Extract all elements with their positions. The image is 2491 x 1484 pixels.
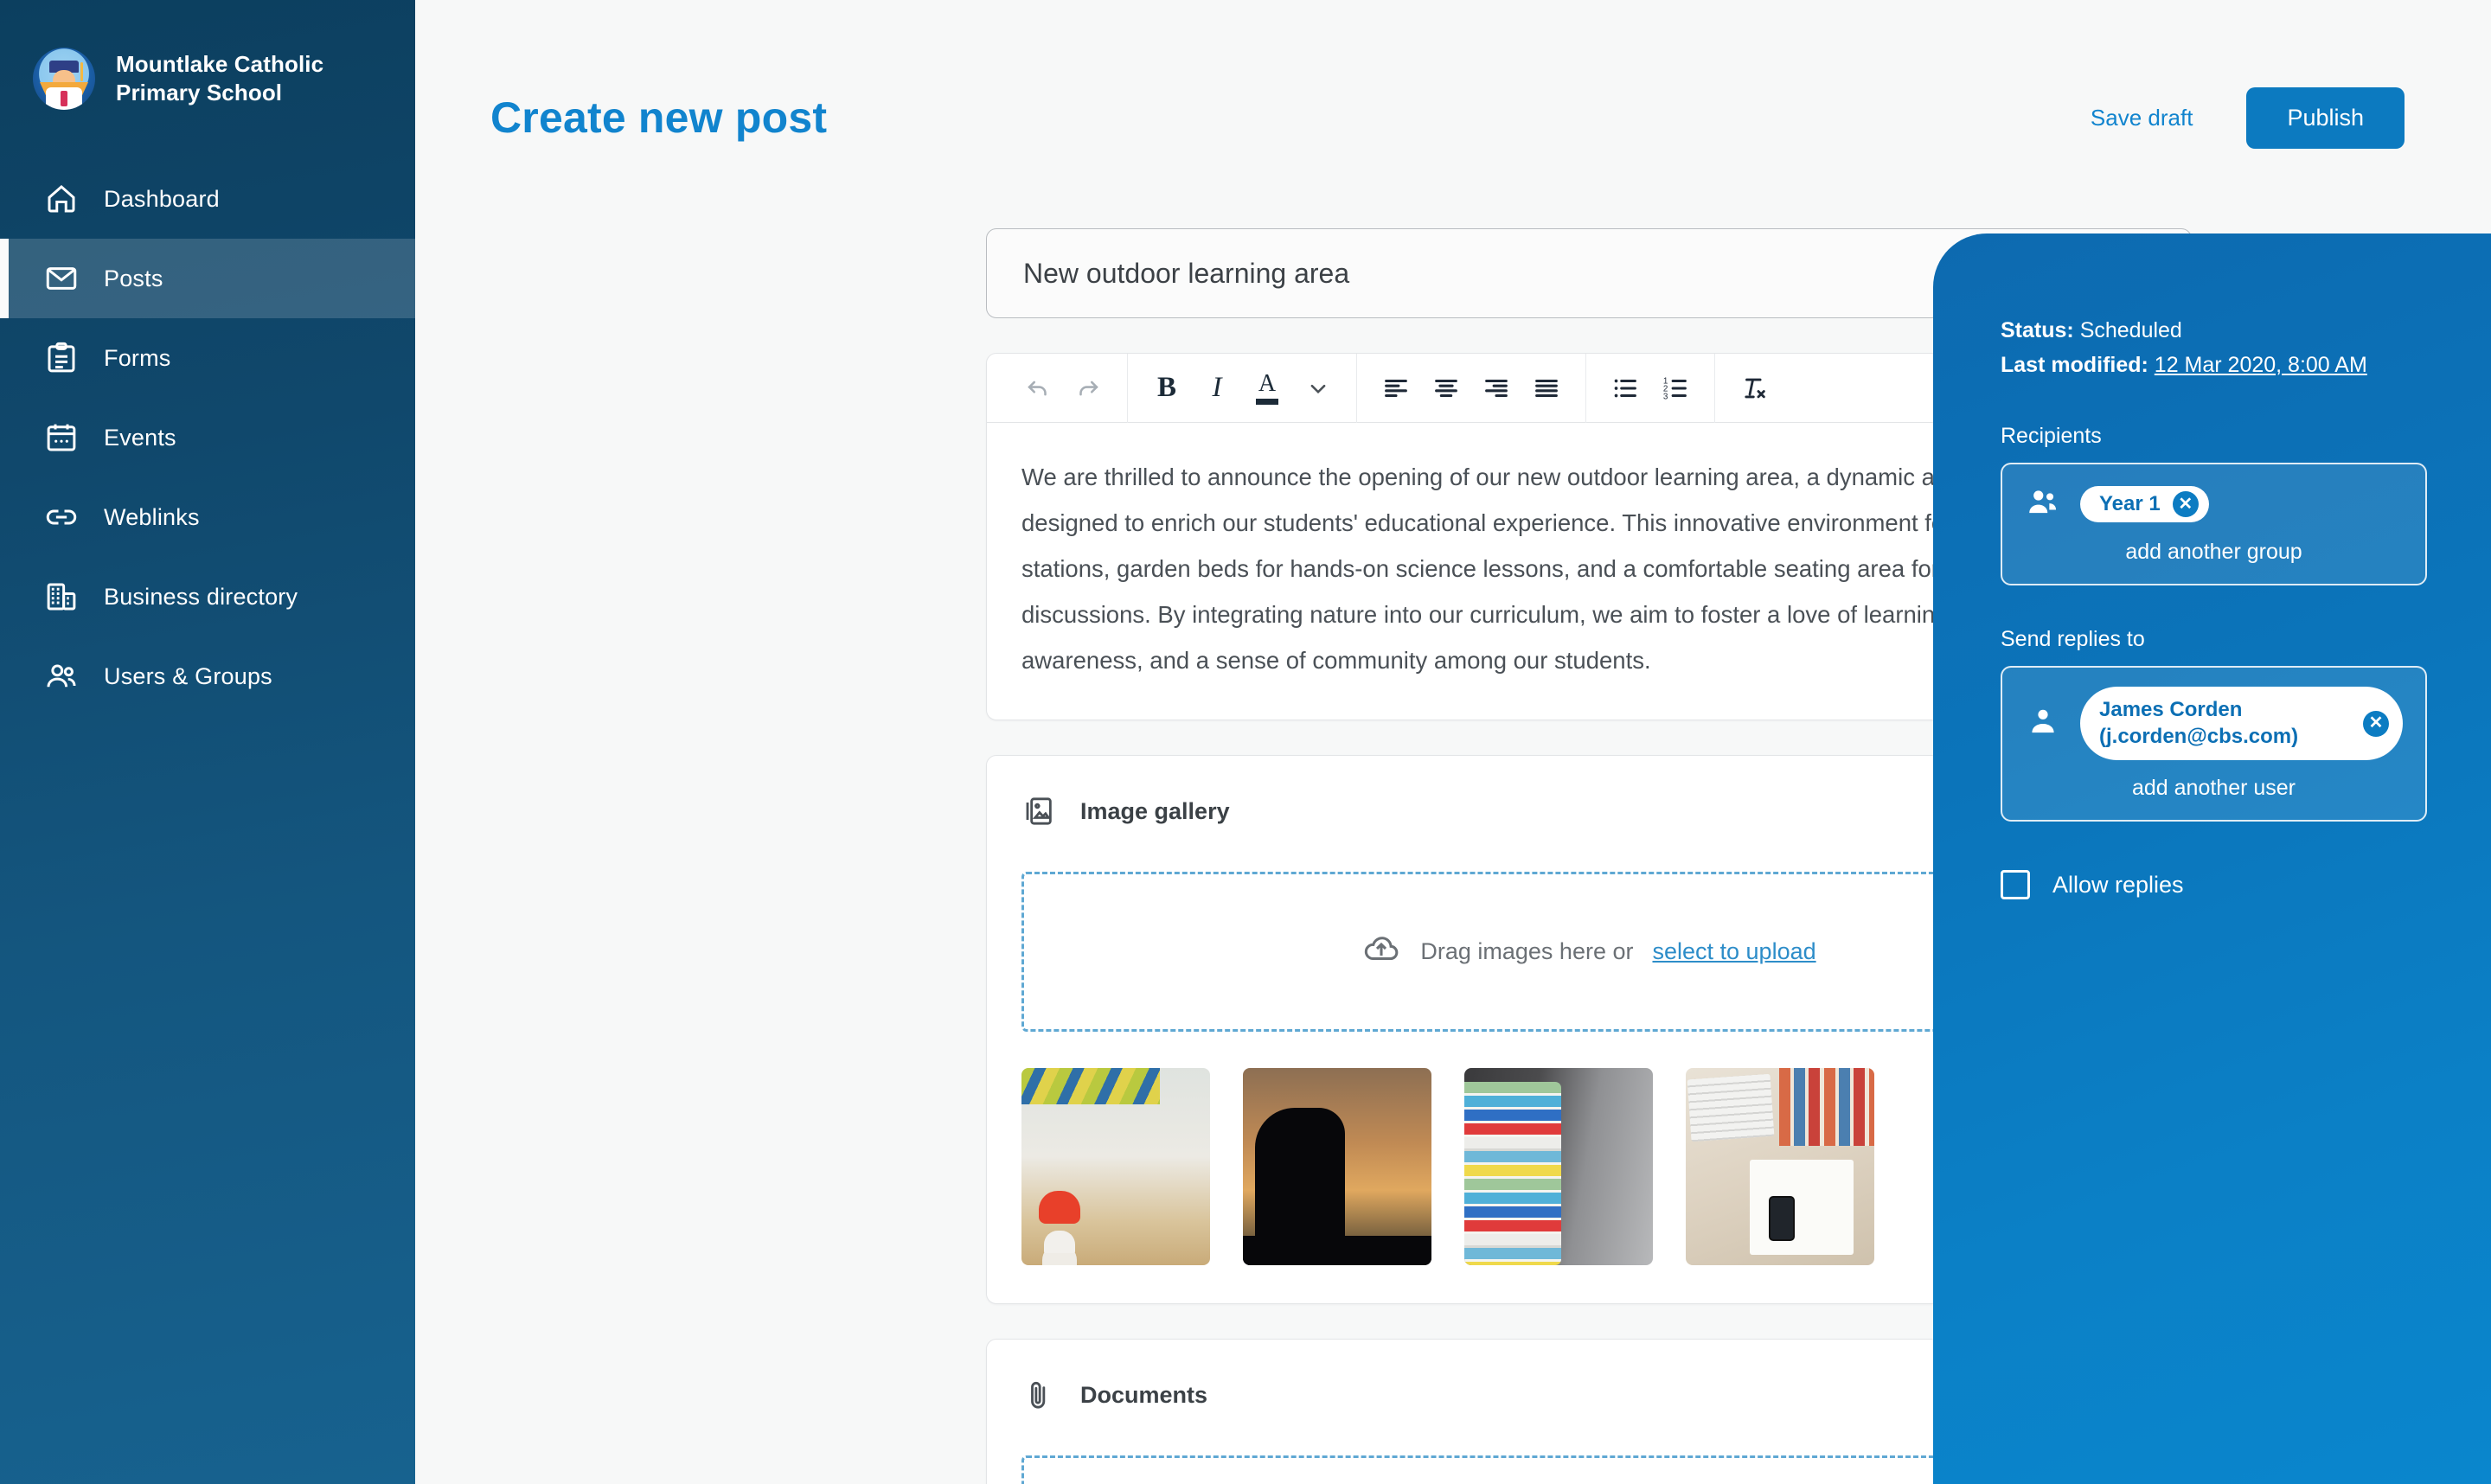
recipients-row: Year 1 ✕ (2025, 483, 2403, 524)
post-settings-panel: Status: Scheduled Last modified: 12 Mar … (1933, 233, 2491, 1484)
redo-icon[interactable] (1063, 363, 1113, 413)
bold-icon[interactable]: B (1142, 363, 1192, 413)
recipient-chip-label: Year 1 (2099, 491, 2161, 515)
italic-glyph: I (1212, 372, 1222, 403)
home-icon (43, 181, 80, 217)
dropzone-text: Drag images here or (1420, 938, 1634, 965)
sidebar-item-label: Users & Groups (104, 662, 272, 689)
toolbar-group-history (999, 353, 1128, 423)
gallery-thumbnail[interactable] (1686, 1068, 1874, 1266)
sidebar: Mountlake Catholic Primary School Dashbo… (0, 0, 415, 1484)
sidebar-item-label: Weblinks (104, 503, 200, 530)
sidebar-item-weblinks[interactable]: Weblinks (0, 477, 415, 557)
sidebar-nav: Dashboard Posts Forms Events Weblinks Bu… (0, 159, 415, 716)
brand-name: Mountlake Catholic Primary School (116, 51, 324, 106)
image-gallery-title: Image gallery (1080, 797, 1230, 824)
sidebar-item-label: Events (104, 424, 176, 451)
users-icon (43, 658, 80, 694)
sidebar-item-label: Forms (104, 344, 171, 371)
group-users-icon (2025, 483, 2061, 524)
cloud-upload-icon (1361, 929, 1401, 975)
recipient-chip[interactable]: Year 1 ✕ (2080, 485, 2209, 522)
save-draft-button[interactable]: Save draft (2091, 105, 2193, 131)
text-color-glyph: A (1258, 369, 1277, 397)
sidebar-item-forms[interactable]: Forms (0, 318, 415, 398)
header-actions: Save draft Publish (2091, 86, 2405, 149)
align-left-icon[interactable] (1371, 363, 1421, 413)
reply-user-row: James Corden (j.corden@cbs.com) ✕ (2025, 687, 2403, 761)
page-title: Create new post (490, 93, 828, 142)
allow-replies-checkbox[interactable]: Allow replies (2001, 870, 2427, 900)
sidebar-item-events[interactable]: Events (0, 398, 415, 477)
paperclip-icon (1021, 1378, 1056, 1412)
gallery-thumbnail[interactable] (1243, 1068, 1431, 1266)
italic-icon[interactable]: I (1192, 363, 1242, 413)
add-another-user-link[interactable]: add another user (2025, 776, 2403, 801)
toolbar-group-align (1357, 353, 1586, 423)
page-header: Create new post Save draft Publish (415, 0, 2491, 149)
calendar-icon (43, 419, 80, 456)
sidebar-item-label: Posts (104, 265, 163, 291)
envelope-icon (43, 260, 80, 297)
documents-title: Documents (1080, 1381, 1208, 1408)
status-label: Status: (2001, 318, 2074, 342)
align-justify-icon[interactable] (1521, 363, 1572, 413)
status-row: Status: Scheduled (2001, 313, 2427, 348)
reply-user-chip[interactable]: James Corden (j.corden@cbs.com) ✕ (2080, 687, 2403, 761)
reply-user-chip-label: James Corden (j.corden@cbs.com) (2099, 698, 2299, 748)
align-right-icon[interactable] (1471, 363, 1521, 413)
link-icon (43, 499, 80, 535)
align-center-icon[interactable] (1421, 363, 1471, 413)
send-replies-label: Send replies to (2001, 627, 2145, 651)
sidebar-item-business-directory[interactable]: Business directory (0, 557, 415, 636)
toolbar-group-format: B I A (1128, 353, 1357, 423)
building-icon (43, 579, 80, 615)
status-value: Scheduled (2079, 318, 2182, 342)
clear-formatting-icon[interactable] (1729, 363, 1779, 413)
app-root: Mountlake Catholic Primary School Dashbo… (0, 0, 2491, 1484)
chevron-down-icon[interactable] (1292, 363, 1342, 413)
last-modified-value[interactable]: 12 Mar 2020, 8:00 AM (2155, 353, 2367, 377)
remove-chip-icon[interactable]: ✕ (2172, 490, 2199, 517)
toolbar-group-clear (1715, 354, 1793, 423)
numbered-list-icon[interactable]: 123 (1650, 363, 1700, 413)
remove-chip-icon[interactable]: ✕ (2363, 710, 2389, 737)
send-replies-box[interactable]: James Corden (j.corden@cbs.com) ✕ add an… (2001, 666, 2427, 822)
gallery-thumbnail[interactable] (1021, 1068, 1210, 1266)
sidebar-item-users-groups[interactable]: Users & Groups (0, 636, 415, 716)
recipients-box[interactable]: Year 1 ✕ add another group (2001, 463, 2427, 585)
sidebar-item-label: Business directory (104, 583, 298, 610)
publish-button[interactable]: Publish (2246, 86, 2405, 149)
single-user-icon (2025, 703, 2061, 744)
brand[interactable]: Mountlake Catholic Primary School (0, 40, 415, 118)
image-gallery-icon (1021, 794, 1056, 828)
recipients-label: Recipients (2001, 424, 2102, 448)
main-content: Create new post Save draft Publish New o… (415, 0, 2491, 1484)
undo-icon[interactable] (1013, 363, 1063, 413)
toolbar-group-lists: 123 (1586, 353, 1715, 423)
svg-text:3: 3 (1663, 392, 1668, 401)
bulleted-list-icon[interactable] (1600, 363, 1650, 413)
sidebar-item-label: Dashboard (104, 185, 220, 212)
last-modified-row: Last modified: 12 Mar 2020, 8:00 AM (2001, 348, 2427, 382)
add-another-group-link[interactable]: add another group (2025, 540, 2403, 565)
sidebar-item-posts[interactable]: Posts (0, 239, 415, 318)
select-to-upload-link[interactable]: select to upload (1652, 938, 1815, 965)
sidebar-item-dashboard[interactable]: Dashboard (0, 159, 415, 239)
gallery-thumbnail[interactable] (1464, 1068, 1653, 1266)
clipboard-icon (43, 340, 80, 376)
text-color-icon[interactable]: A (1242, 363, 1292, 413)
bold-glyph: B (1156, 372, 1176, 403)
last-modified-label: Last modified: (2001, 353, 2148, 377)
graduate-logo-icon (33, 48, 95, 110)
allow-replies-label: Allow replies (2052, 871, 2184, 898)
checkbox-box[interactable] (2001, 870, 2030, 900)
